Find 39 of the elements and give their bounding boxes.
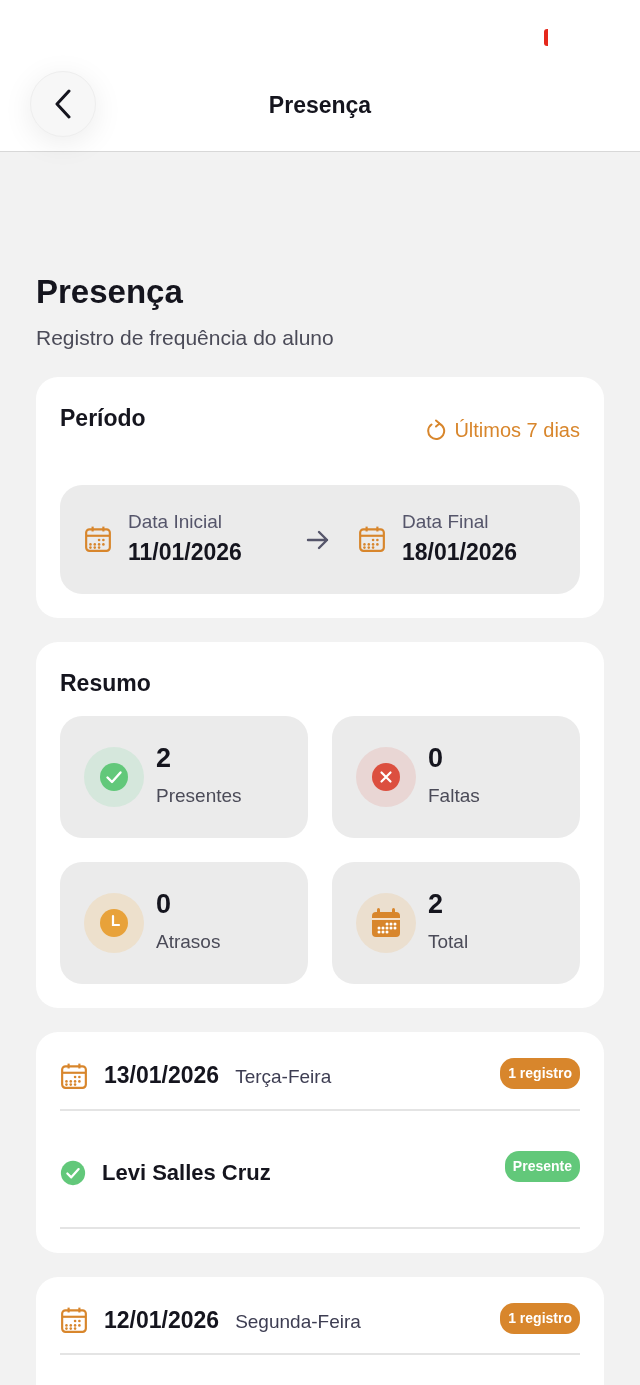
section-title: Período xyxy=(60,404,146,434)
check-icon xyxy=(60,1159,86,1186)
calendar-icon xyxy=(358,525,386,554)
stat-label: Presentes xyxy=(156,783,242,808)
calendar-icon xyxy=(60,1061,88,1090)
page-title: Presença xyxy=(36,272,184,312)
stat-value: 2 xyxy=(428,890,445,920)
stat-value: 0 xyxy=(156,890,173,920)
start-date-value: 11/01/2026 xyxy=(128,537,242,567)
status-label: Presente xyxy=(504,1151,580,1183)
stat-label: Faltas xyxy=(428,783,480,808)
indicator-icon xyxy=(544,29,548,46)
preset-button[interactable]: Últimos 7 dias xyxy=(426,415,580,446)
day-weekday: Terça-Feira xyxy=(235,1065,332,1090)
stat-value: 2 xyxy=(156,744,173,774)
student-name: Levi Salles Cruz xyxy=(102,1159,272,1188)
day-date: 13/01/2026 xyxy=(104,1061,220,1091)
stat-label: Atrasos xyxy=(156,929,221,954)
page-subtitle: Registro de frequência do aluno xyxy=(36,324,335,351)
back-icon xyxy=(53,89,73,119)
day-date: 12/01/2026 xyxy=(104,1305,220,1335)
record-count: 1 registro xyxy=(500,1058,580,1090)
calendar-icon xyxy=(60,1306,88,1335)
clock-icon xyxy=(99,908,129,939)
check-icon xyxy=(99,762,129,793)
calendar-icon xyxy=(370,907,402,940)
day-weekday: Segunda-Feira xyxy=(235,1309,361,1334)
screen-title: Presença xyxy=(267,91,373,120)
end-date-value: 18/01/2026 xyxy=(402,537,518,567)
start-date-label: Data Inicial xyxy=(128,511,223,534)
record-count: 1 registro xyxy=(500,1302,580,1334)
arrow-icon xyxy=(306,530,330,551)
stat-value: 0 xyxy=(428,744,445,774)
stat-label: Total xyxy=(428,929,469,954)
end-date-label: Data Final xyxy=(402,511,490,534)
close-icon xyxy=(371,762,401,793)
calendar-icon xyxy=(84,525,112,554)
refresh-icon xyxy=(426,419,447,442)
section-title: Resumo xyxy=(60,668,152,698)
